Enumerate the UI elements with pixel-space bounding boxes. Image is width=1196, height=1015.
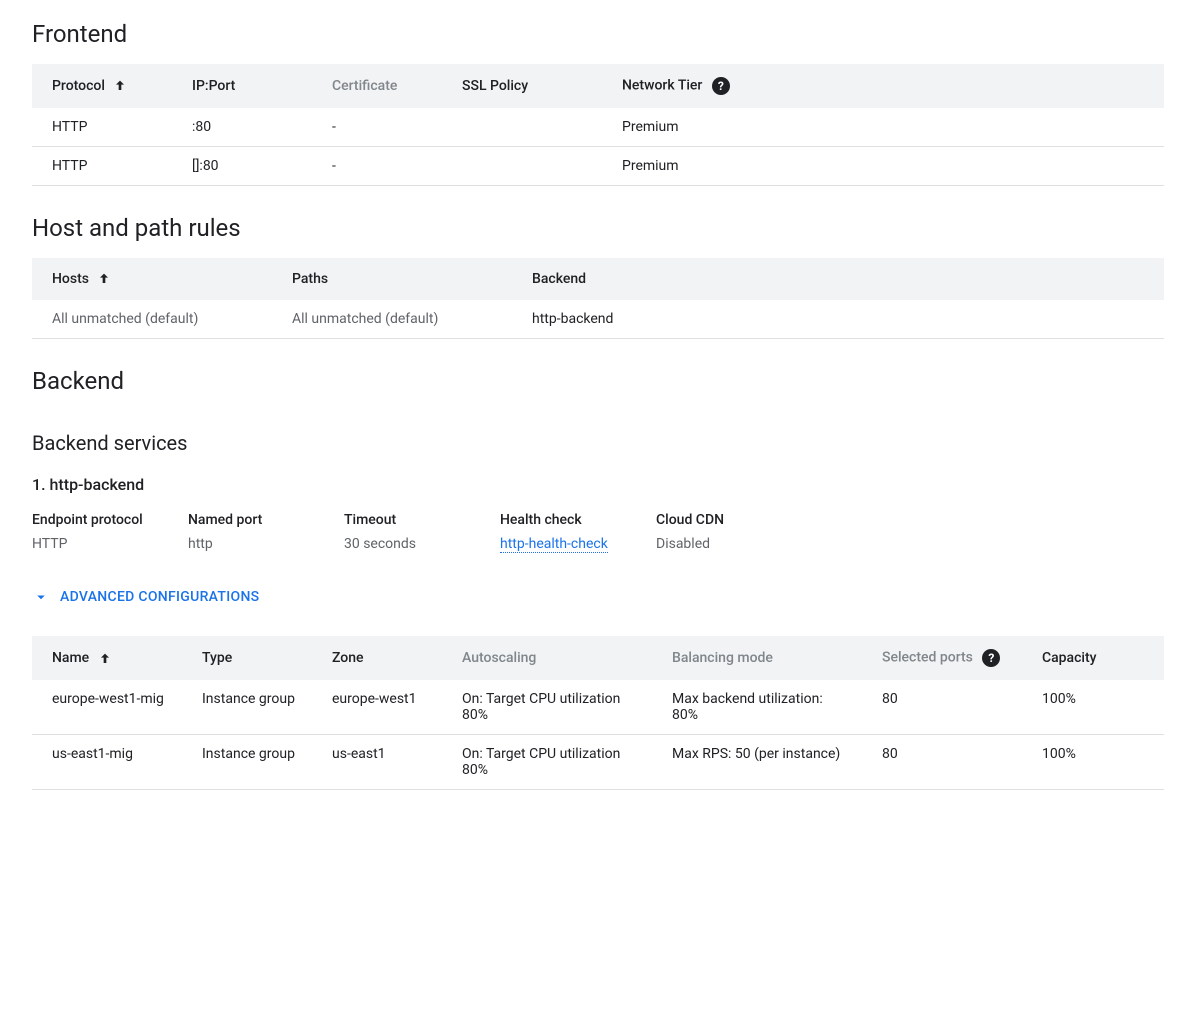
timeout-label: Timeout <box>344 512 464 528</box>
cell-ports: 80 <box>862 735 1022 790</box>
col-autoscaling[interactable]: Autoscaling <box>442 636 652 680</box>
col-backend[interactable]: Backend <box>512 258 1164 300</box>
table-row: HTTP :80 - Premium <box>32 108 1164 147</box>
arrow-up-icon <box>96 271 112 287</box>
cell-capacity: 100% <box>1022 680 1164 735</box>
health-check-link[interactable]: http-health-check <box>500 536 608 553</box>
health-check-label: Health check <box>500 512 620 528</box>
col-capacity[interactable]: Capacity <box>1022 636 1164 680</box>
cell-paths: All unmatched (default) <box>272 300 512 339</box>
backend-kv-row: Endpoint protocol HTTP Named port http T… <box>32 512 1164 552</box>
cell-hosts: All unmatched (default) <box>32 300 272 339</box>
cell-certificate: - <box>312 108 442 147</box>
help-icon[interactable]: ? <box>982 649 1000 667</box>
arrow-up-icon <box>112 78 128 94</box>
cell-backend: http-backend <box>512 300 1164 339</box>
advanced-config-label: ADVANCED CONFIGURATIONS <box>60 589 259 605</box>
col-ports[interactable]: Selected ports ? <box>862 636 1022 680</box>
backends-table: Name Type Zone Autoscaling Balancing mod… <box>32 636 1164 790</box>
endpoint-protocol-label: Endpoint protocol <box>32 512 152 528</box>
col-protocol-label: Protocol <box>52 78 105 94</box>
help-icon[interactable]: ? <box>712 77 730 95</box>
timeout-value: 30 seconds <box>344 536 464 552</box>
col-name[interactable]: Name <box>32 636 182 680</box>
frontend-title: Frontend <box>32 20 1164 48</box>
cell-balancing: Max backend utilization: 80% <box>652 680 862 735</box>
frontend-table: Protocol IP:Port Certificate SSL Policy … <box>32 64 1164 186</box>
cell-name: us-east1-mig <box>32 735 182 790</box>
cell-zone: us-east1 <box>312 735 442 790</box>
cell-sslpolicy <box>442 147 602 186</box>
col-name-label: Name <box>52 650 89 666</box>
arrow-up-icon <box>97 650 113 666</box>
hostpath-title: Host and path rules <box>32 214 1164 242</box>
col-type[interactable]: Type <box>182 636 312 680</box>
col-ipport[interactable]: IP:Port <box>172 64 312 108</box>
cell-type: Instance group <box>182 680 312 735</box>
cell-autoscaling: On: Target CPU utilization 80% <box>442 680 652 735</box>
named-port-label: Named port <box>188 512 308 528</box>
cell-capacity: 100% <box>1022 735 1164 790</box>
backend-services-title: Backend services <box>32 431 1164 455</box>
col-hosts-label: Hosts <box>52 271 89 287</box>
cloud-cdn-value: Disabled <box>656 536 776 552</box>
cell-name: europe-west1-mig <box>32 680 182 735</box>
col-balancing[interactable]: Balancing mode <box>652 636 862 680</box>
col-paths[interactable]: Paths <box>272 258 512 300</box>
table-row: All unmatched (default) All unmatched (d… <box>32 300 1164 339</box>
cell-balancing: Max RPS: 50 (per instance) <box>652 735 862 790</box>
cell-certificate: - <box>312 147 442 186</box>
col-networktier-label: Network Tier <box>622 78 702 94</box>
cloud-cdn-label: Cloud CDN <box>656 512 776 528</box>
col-hosts[interactable]: Hosts <box>32 258 272 300</box>
named-port-value: http <box>188 536 308 552</box>
backend-title: Backend <box>32 367 1164 395</box>
table-row: us-east1-mig Instance group us-east1 On:… <box>32 735 1164 790</box>
cell-ipport: :80 <box>172 108 312 147</box>
cell-sslpolicy <box>442 108 602 147</box>
col-sslpolicy[interactable]: SSL Policy <box>442 64 602 108</box>
cell-ipport: []:80 <box>172 147 312 186</box>
cell-protocol: HTTP <box>32 108 172 147</box>
cell-ports: 80 <box>862 680 1022 735</box>
endpoint-protocol-value: HTTP <box>32 536 152 552</box>
cell-autoscaling: On: Target CPU utilization 80% <box>442 735 652 790</box>
col-protocol[interactable]: Protocol <box>32 64 172 108</box>
col-certificate[interactable]: Certificate <box>312 64 442 108</box>
cell-zone: europe-west1 <box>312 680 442 735</box>
col-networktier[interactable]: Network Tier ? <box>602 64 1164 108</box>
cell-networktier: Premium <box>602 108 1164 147</box>
table-row: europe-west1-mig Instance group europe-w… <box>32 680 1164 735</box>
cell-networktier: Premium <box>602 147 1164 186</box>
col-zone[interactable]: Zone <box>312 636 442 680</box>
cell-type: Instance group <box>182 735 312 790</box>
backend-service-name: 1. http-backend <box>32 475 1164 494</box>
chevron-down-icon <box>32 588 50 606</box>
cell-protocol: HTTP <box>32 147 172 186</box>
advanced-config-expander[interactable]: ADVANCED CONFIGURATIONS <box>32 588 259 606</box>
col-ports-label: Selected ports <box>882 650 973 666</box>
table-row: HTTP []:80 - Premium <box>32 147 1164 186</box>
hostpath-table: Hosts Paths Backend All unmatched (defau… <box>32 258 1164 339</box>
